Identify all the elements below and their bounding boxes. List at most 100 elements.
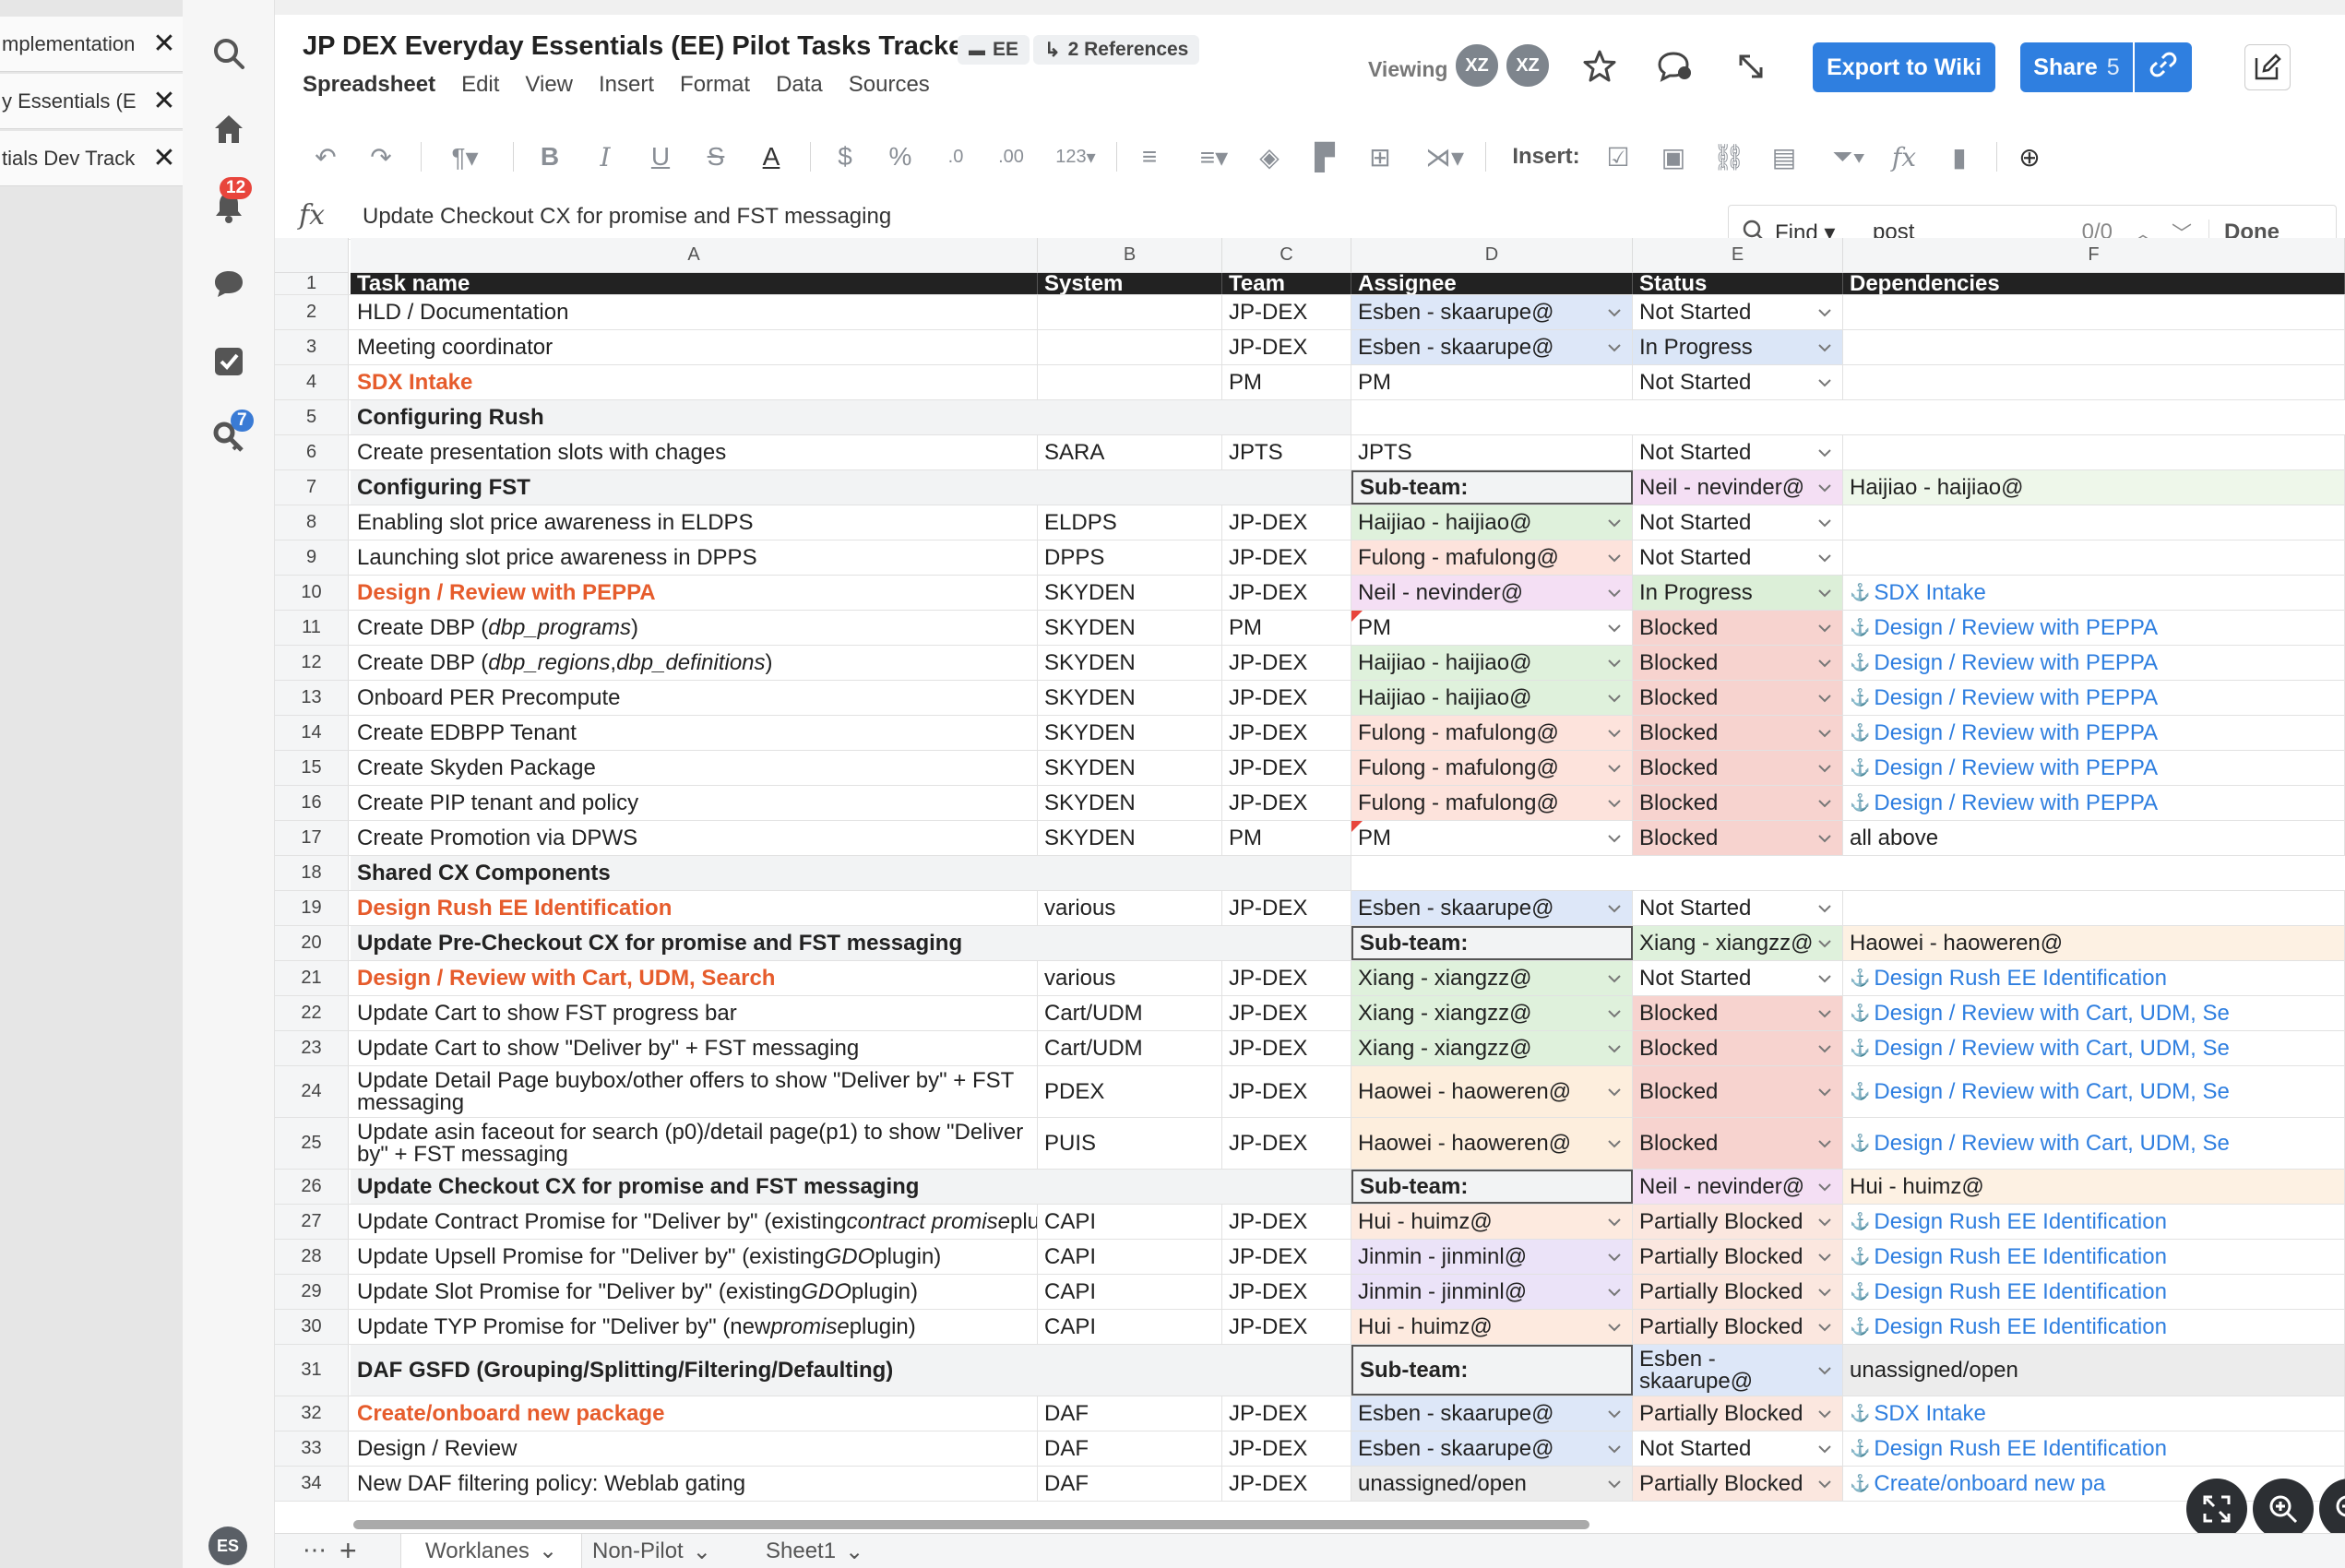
assignee-dropdown[interactable]: PM	[1351, 611, 1633, 645]
dependency-link[interactable]: Design / Review with PEPPA	[1874, 720, 2158, 746]
link-icon[interactable]: ⛓	[1710, 138, 1747, 175]
dependency-link[interactable]: Design / Review with PEPPA	[1874, 790, 2158, 816]
task-name-cell[interactable]: Shared CX Components	[351, 856, 1351, 890]
task-name-cell[interactable]: New DAF filtering policy: Weblab gating	[351, 1467, 1038, 1501]
row-number[interactable]: 15	[275, 751, 349, 785]
row-number[interactable]: 20	[275, 926, 349, 960]
row-number[interactable]: 18	[275, 856, 349, 890]
subteam-label-cell[interactable]: Sub-team:	[1351, 926, 1633, 960]
horizontal-scrollbar[interactable]	[353, 1520, 1589, 1529]
system-cell[interactable]: SKYDEN	[1038, 751, 1222, 785]
formula-input[interactable]: Update Checkout CX for promise and FST m…	[363, 204, 891, 230]
add-comment-icon[interactable]: ⊕	[2009, 138, 2050, 175]
system-cell[interactable]: CAPI	[1038, 1205, 1222, 1239]
more-sheets-icon[interactable]: ⋯	[303, 1536, 327, 1564]
task-name-cell[interactable]: Update Pre-Checkout CX for promise and F…	[351, 926, 1351, 960]
header-cell[interactable]: System	[1038, 273, 1222, 294]
comments-icon[interactable]	[1655, 46, 1696, 87]
row-number[interactable]: 32	[275, 1396, 349, 1431]
row-number[interactable]: 17	[275, 821, 349, 855]
system-cell[interactable]: ELDPS	[1038, 505, 1222, 540]
status-dropdown[interactable]: Blocked	[1633, 1066, 1843, 1117]
dependencies-cell[interactable]: ⚓ Design Rush EE Identification	[1843, 1240, 2345, 1274]
status-dropdown[interactable]: Blocked	[1633, 1031, 1843, 1065]
subteam-label-cell[interactable]: Sub-team:	[1351, 1170, 1633, 1204]
assignee-dropdown[interactable]: Neil - nevinder@	[1351, 576, 1633, 610]
assignee-dropdown[interactable]: Haowei - haoweren@	[1351, 1118, 1633, 1169]
dependencies-cell[interactable]: ⚓ Design / Review with Cart, UDM, Se	[1843, 1031, 2345, 1065]
subteam-member-cell[interactable]: Haowei - haoweren@	[1843, 926, 2345, 960]
status-dropdown[interactable]: Partially Blocked	[1633, 1310, 1843, 1344]
dependency-link[interactable]: Design / Review with Cart, UDM, Se	[1874, 1131, 2229, 1157]
status-dropdown[interactable]: Partially Blocked	[1633, 1396, 1843, 1431]
star-icon[interactable]	[1579, 46, 1620, 87]
row-number[interactable]: 9	[275, 540, 349, 575]
add-sheet-icon[interactable]: +	[339, 1534, 357, 1568]
team-cell[interactable]: JP-DEX	[1222, 1275, 1351, 1309]
system-cell[interactable]	[1038, 330, 1222, 364]
row-number[interactable]: 22	[275, 996, 349, 1030]
task-name-cell[interactable]: SDX Intake	[351, 365, 1038, 399]
team-cell[interactable]: JP-DEX	[1222, 1467, 1351, 1501]
assignee-dropdown[interactable]: Hui - huimz@	[1351, 1205, 1633, 1239]
header-cell[interactable]: Team	[1222, 273, 1351, 294]
status-dropdown[interactable]: Blocked	[1633, 611, 1843, 645]
paragraph-style-icon[interactable]: ¶▾	[437, 138, 493, 175]
dependencies-cell[interactable]: ⚓ SDX Intake	[1843, 1396, 2345, 1431]
dependencies-cell[interactable]: ⚓ Design / Review with PEPPA	[1843, 681, 2345, 715]
assignee-dropdown[interactable]: Haijiao - haijiao@	[1351, 646, 1633, 680]
document-tab[interactable]: tials Dev Track ✕	[0, 131, 183, 186]
task-name-cell[interactable]: Configuring FST	[351, 470, 1351, 505]
menu-format[interactable]: Format	[680, 72, 750, 98]
task-name-cell[interactable]: Update Cart to show FST progress bar	[351, 996, 1038, 1030]
dependency-link[interactable]: SDX Intake	[1874, 580, 1985, 606]
status-dropdown[interactable]: Not Started	[1633, 435, 1843, 469]
assignee-dropdown[interactable]: PM	[1351, 821, 1633, 855]
column-header-c[interactable]: C	[1222, 238, 1351, 273]
assignee-dropdown[interactable]: Esben - skaarupe@	[1351, 891, 1633, 925]
status-dropdown[interactable]: Not Started	[1633, 961, 1843, 995]
subteam-member-cell[interactable]: Hui - huimz@	[1843, 1170, 2345, 1204]
system-cell[interactable]	[1038, 365, 1222, 399]
subteam-member-cell[interactable]: unassigned/open	[1843, 1345, 2345, 1396]
sheet-tab-worklanes[interactable]: Worklanes ⌄	[400, 1534, 583, 1568]
dependencies-cell[interactable]: ⚓ Design / Review with PEPPA	[1843, 611, 2345, 645]
row-number[interactable]: 23	[275, 1031, 349, 1065]
assignee-dropdown[interactable]: Fulong - mafulong@	[1351, 751, 1633, 785]
subteam-label-cell[interactable]: Sub-team:	[1351, 1345, 1633, 1396]
task-name-cell[interactable]: Onboard PER Precompute	[351, 681, 1038, 715]
status-dropdown[interactable]: Blocked	[1633, 681, 1843, 715]
status-dropdown[interactable]: Blocked	[1633, 646, 1843, 680]
subteam-lead-dropdown[interactable]: Esben - skaarupe@	[1633, 1345, 1843, 1396]
status-dropdown[interactable]: Not Started	[1633, 891, 1843, 925]
row-number[interactable]: 5	[275, 400, 349, 434]
team-cell[interactable]: JP-DEX	[1222, 1240, 1351, 1274]
close-icon[interactable]: ✕	[146, 142, 183, 174]
row-number[interactable]: 12	[275, 646, 349, 680]
team-cell[interactable]: JP-DEX	[1222, 1205, 1351, 1239]
row-number[interactable]: 11	[275, 611, 349, 645]
system-cell[interactable]: SKYDEN	[1038, 716, 1222, 750]
team-cell[interactable]: JP-DEX	[1222, 891, 1351, 925]
task-name-cell[interactable]: Design / Review	[351, 1431, 1038, 1466]
task-name-cell[interactable]: Launching slot price awareness in DPPS	[351, 540, 1038, 575]
italic-icon[interactable]: I	[587, 138, 624, 175]
task-name-cell[interactable]: HLD / Documentation	[351, 295, 1038, 329]
date-icon[interactable]: ▤	[1766, 138, 1803, 175]
dependency-link[interactable]: Design Rush EE Identification	[1874, 1244, 2167, 1270]
dependency-link[interactable]: Design / Review with PEPPA	[1874, 615, 2158, 641]
zoom-in-icon[interactable]	[2253, 1479, 2314, 1539]
wrap-icon[interactable]: ≡▾	[1186, 138, 1242, 175]
assignee-dropdown[interactable]: Xiang - xiangzz@	[1351, 996, 1633, 1030]
assignee-dropdown[interactable]: Esben - skaarupe@	[1351, 330, 1633, 364]
row-number[interactable]: 19	[275, 891, 349, 925]
assignee-dropdown[interactable]: Fulong - mafulong@	[1351, 540, 1633, 575]
dependencies-cell[interactable]: ⚓ Design / Review with Cart, UDM, Se	[1843, 996, 2345, 1030]
assignee-dropdown[interactable]: Hui - huimz@	[1351, 1310, 1633, 1344]
row-number[interactable]: 4	[275, 365, 349, 399]
task-name-cell[interactable]: Update TYP Promise for "Deliver by" (new…	[351, 1310, 1038, 1344]
status-dropdown[interactable]: Not Started	[1633, 505, 1843, 540]
system-cell[interactable]: DAF	[1038, 1467, 1222, 1501]
dependencies-cell[interactable]: ⚓ Design / Review with PEPPA	[1843, 786, 2345, 820]
document-tab[interactable]: mplementation ✕	[0, 17, 183, 72]
